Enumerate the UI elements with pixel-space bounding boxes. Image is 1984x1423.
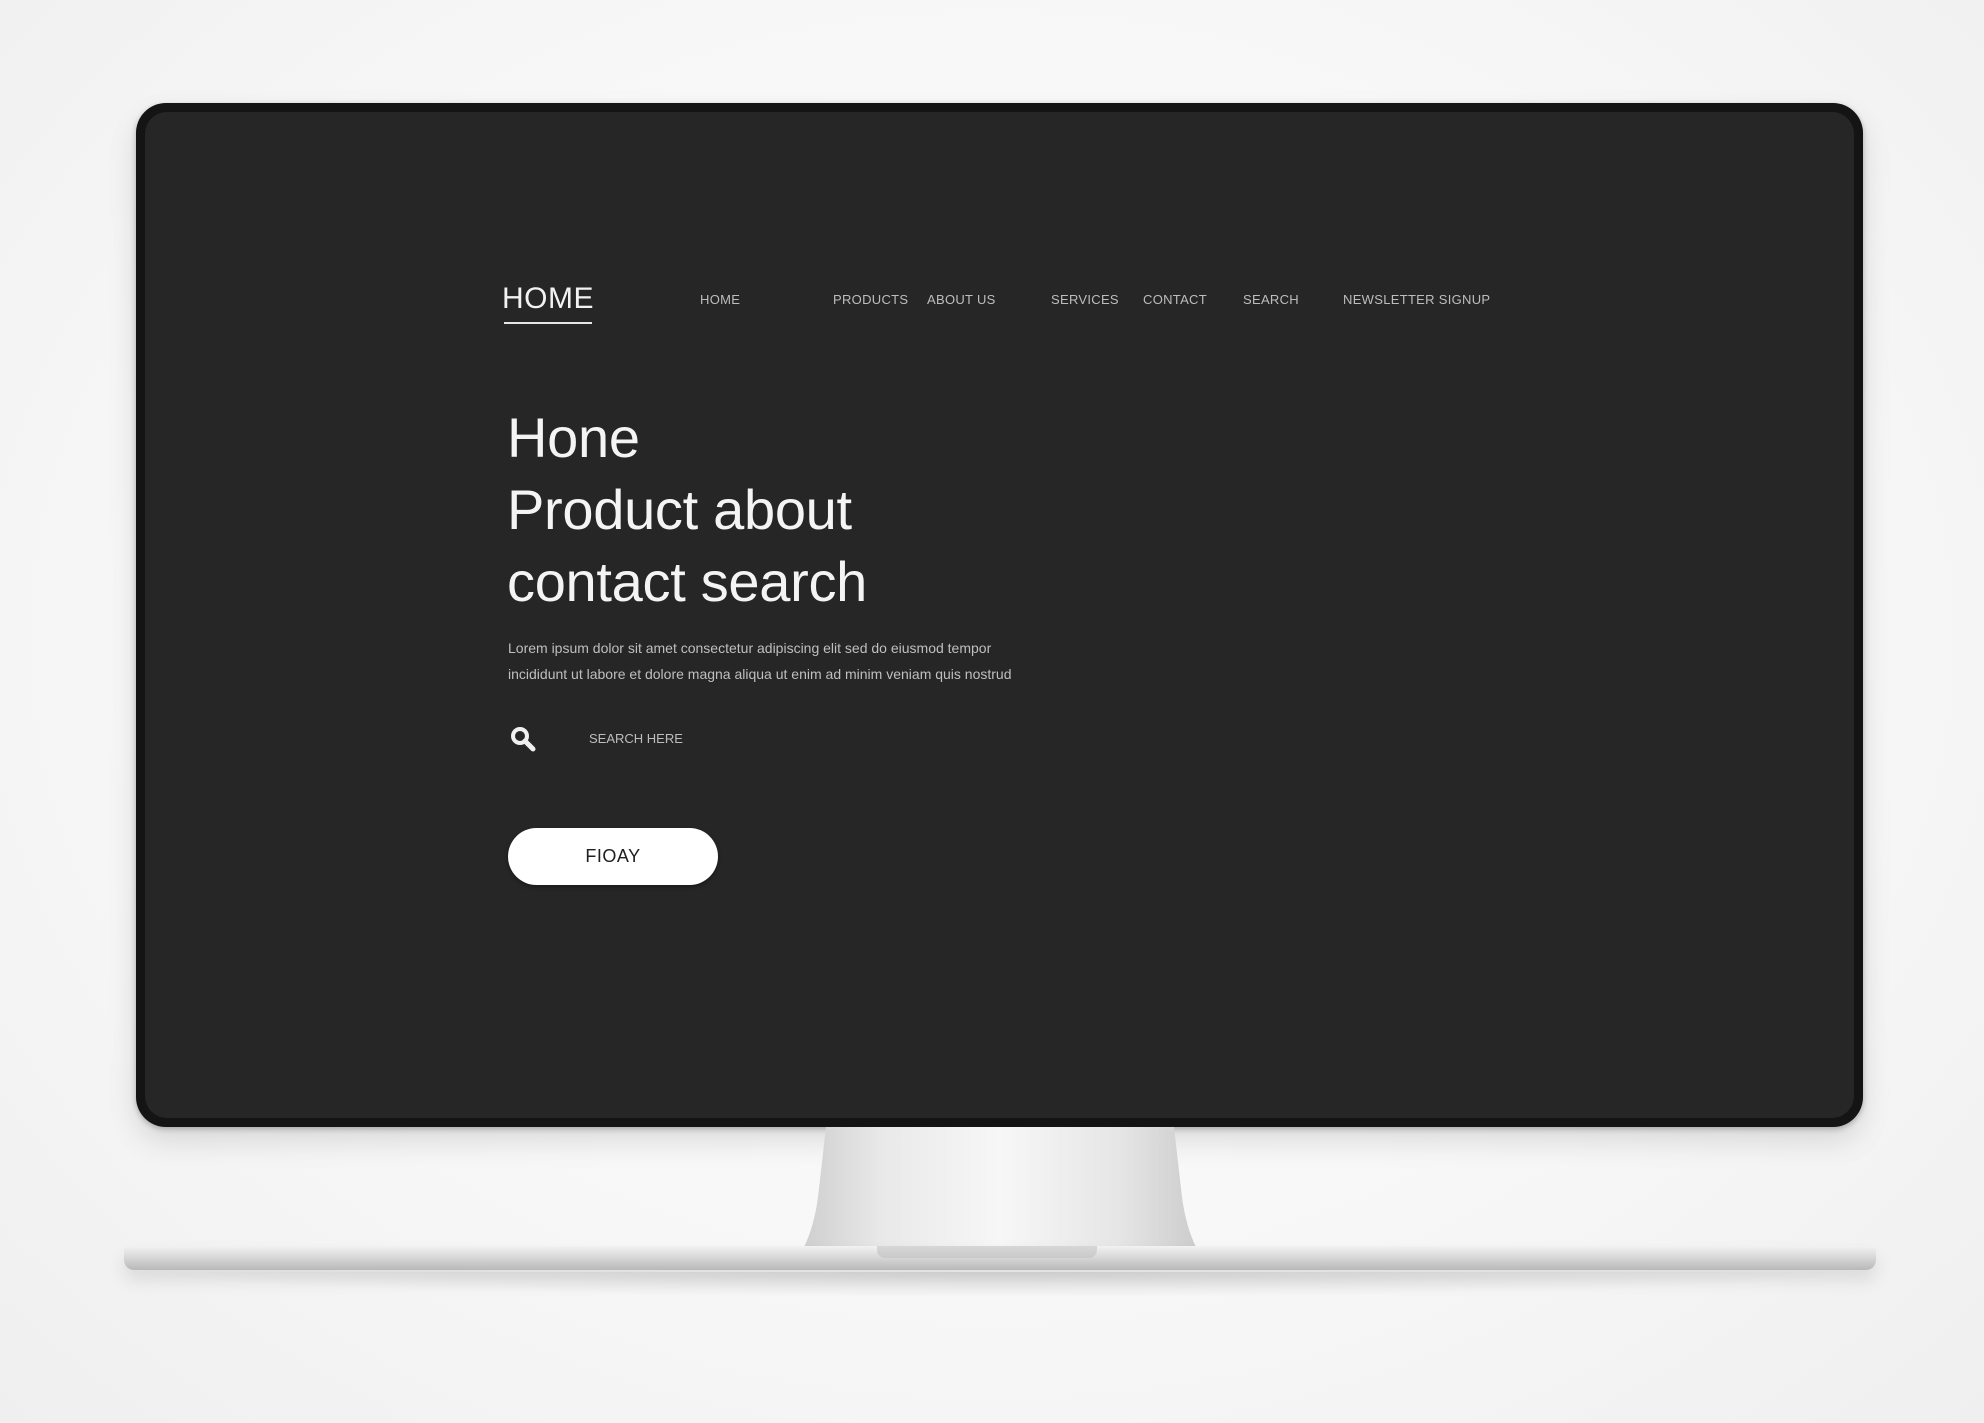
- nav-item-products[interactable]: PRODUCTS: [833, 292, 908, 307]
- hero-description-line-2: incididunt ut labore et dolore magna ali…: [508, 666, 1012, 682]
- search-label[interactable]: SEARCH HERE: [589, 731, 683, 746]
- monitor-stand-neck: [804, 1127, 1196, 1247]
- nav-item-home[interactable]: HOME: [700, 292, 740, 307]
- hero-title-line-3: contact search: [507, 550, 867, 613]
- monitor-stand-notch: [877, 1246, 1097, 1258]
- monitor-screen: HOME HOME PRODUCTS ABOUT US SERVICES CON…: [145, 112, 1854, 1118]
- nav-item-contact[interactable]: CONTACT: [1143, 292, 1207, 307]
- hero-title-line-2: Product about: [507, 478, 852, 541]
- hero-cta-button[interactable]: FIOAY: [508, 828, 718, 885]
- nav-item-about[interactable]: ABOUT US: [927, 292, 996, 307]
- logo-underline: [504, 322, 592, 324]
- hero-description-line-1: Lorem ipsum dolor sit amet consectetur a…: [508, 640, 992, 656]
- hero-description: Lorem ipsum dolor sit amet consectetur a…: [508, 635, 1128, 687]
- hero-title-line-1: Hone: [507, 406, 640, 469]
- site-logo[interactable]: HOME: [502, 282, 594, 322]
- base-shadow: [140, 1272, 1860, 1298]
- nav-item-services[interactable]: SERVICES: [1051, 292, 1119, 307]
- search-icon[interactable]: [509, 725, 537, 753]
- monitor-bezel: HOME HOME PRODUCTS ABOUT US SERVICES CON…: [136, 103, 1863, 1127]
- hero-title: Hone Product about contact search: [507, 402, 867, 618]
- desktop-scene: HOME HOME PRODUCTS ABOUT US SERVICES CON…: [0, 0, 1984, 1423]
- nav-item-newsletter[interactable]: NEWSLETTER SIGNUP: [1343, 292, 1490, 307]
- nav-item-search[interactable]: SEARCH: [1243, 292, 1299, 307]
